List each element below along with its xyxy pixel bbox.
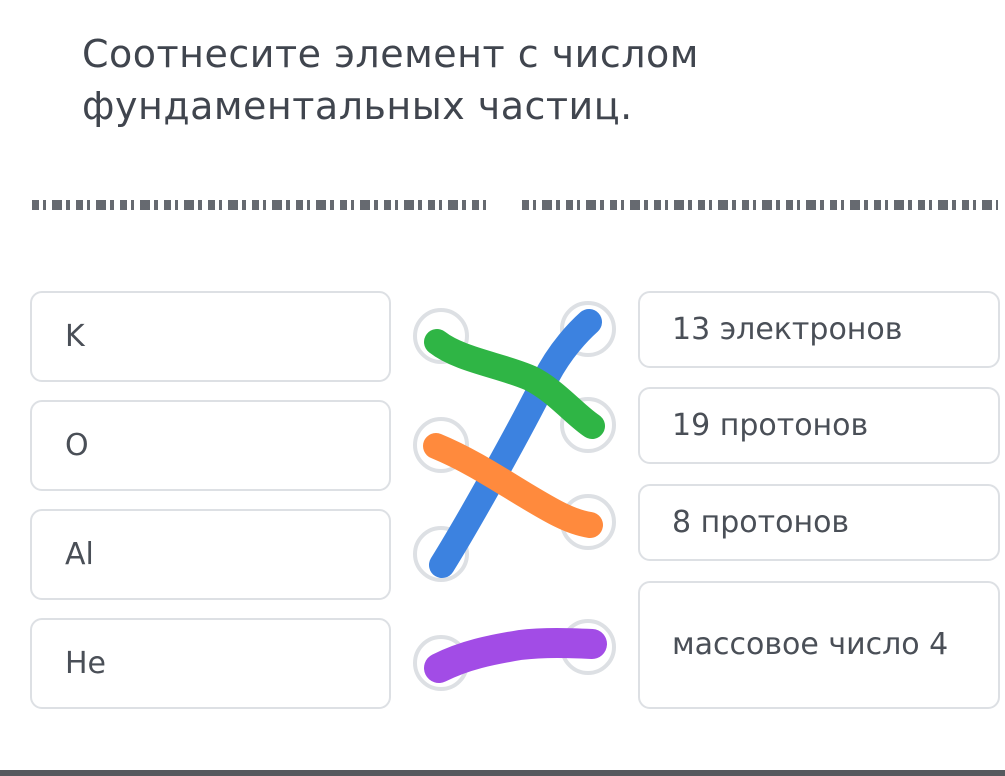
obscured-text-line-left (32, 200, 490, 210)
question-title: Соотнесите элемент с числом фундаменталь… (82, 32, 699, 128)
right-card-19-protons[interactable]: 19 протонов (638, 387, 1000, 464)
left-connector-he[interactable] (413, 635, 469, 691)
left-connector-o[interactable] (413, 417, 469, 473)
obscured-text-line-right (522, 200, 998, 210)
left-card-label: He (65, 646, 107, 681)
left-connector-k[interactable] (413, 308, 469, 364)
left-card-label: K (65, 319, 85, 354)
bottom-divider (0, 770, 1005, 776)
right-card-13-electrons[interactable]: 13 электронов (638, 291, 1000, 368)
left-card-k[interactable]: K (30, 291, 391, 382)
right-card-8-protons[interactable]: 8 протонов (638, 484, 1000, 561)
right-card-mass-number-4[interactable]: массовое число 4 (638, 581, 1000, 709)
left-card-o[interactable]: O (30, 400, 391, 491)
right-connector-19-protons[interactable] (560, 397, 616, 453)
right-card-label: 19 протонов (672, 407, 869, 443)
left-card-he[interactable]: He (30, 618, 391, 709)
right-card-label: массовое число 4 (672, 627, 949, 662)
right-connector-8-protons[interactable] (560, 494, 616, 550)
left-card-label: Al (65, 537, 94, 572)
left-card-al[interactable]: Al (30, 509, 391, 600)
left-card-label: O (65, 428, 89, 463)
right-card-label: 13 электронов (672, 311, 903, 347)
right-connector-13-electrons[interactable] (560, 301, 616, 357)
right-card-label: 8 протонов (672, 504, 850, 540)
right-connector-mass-number-4[interactable] (560, 619, 616, 675)
left-connector-al[interactable] (413, 526, 469, 582)
